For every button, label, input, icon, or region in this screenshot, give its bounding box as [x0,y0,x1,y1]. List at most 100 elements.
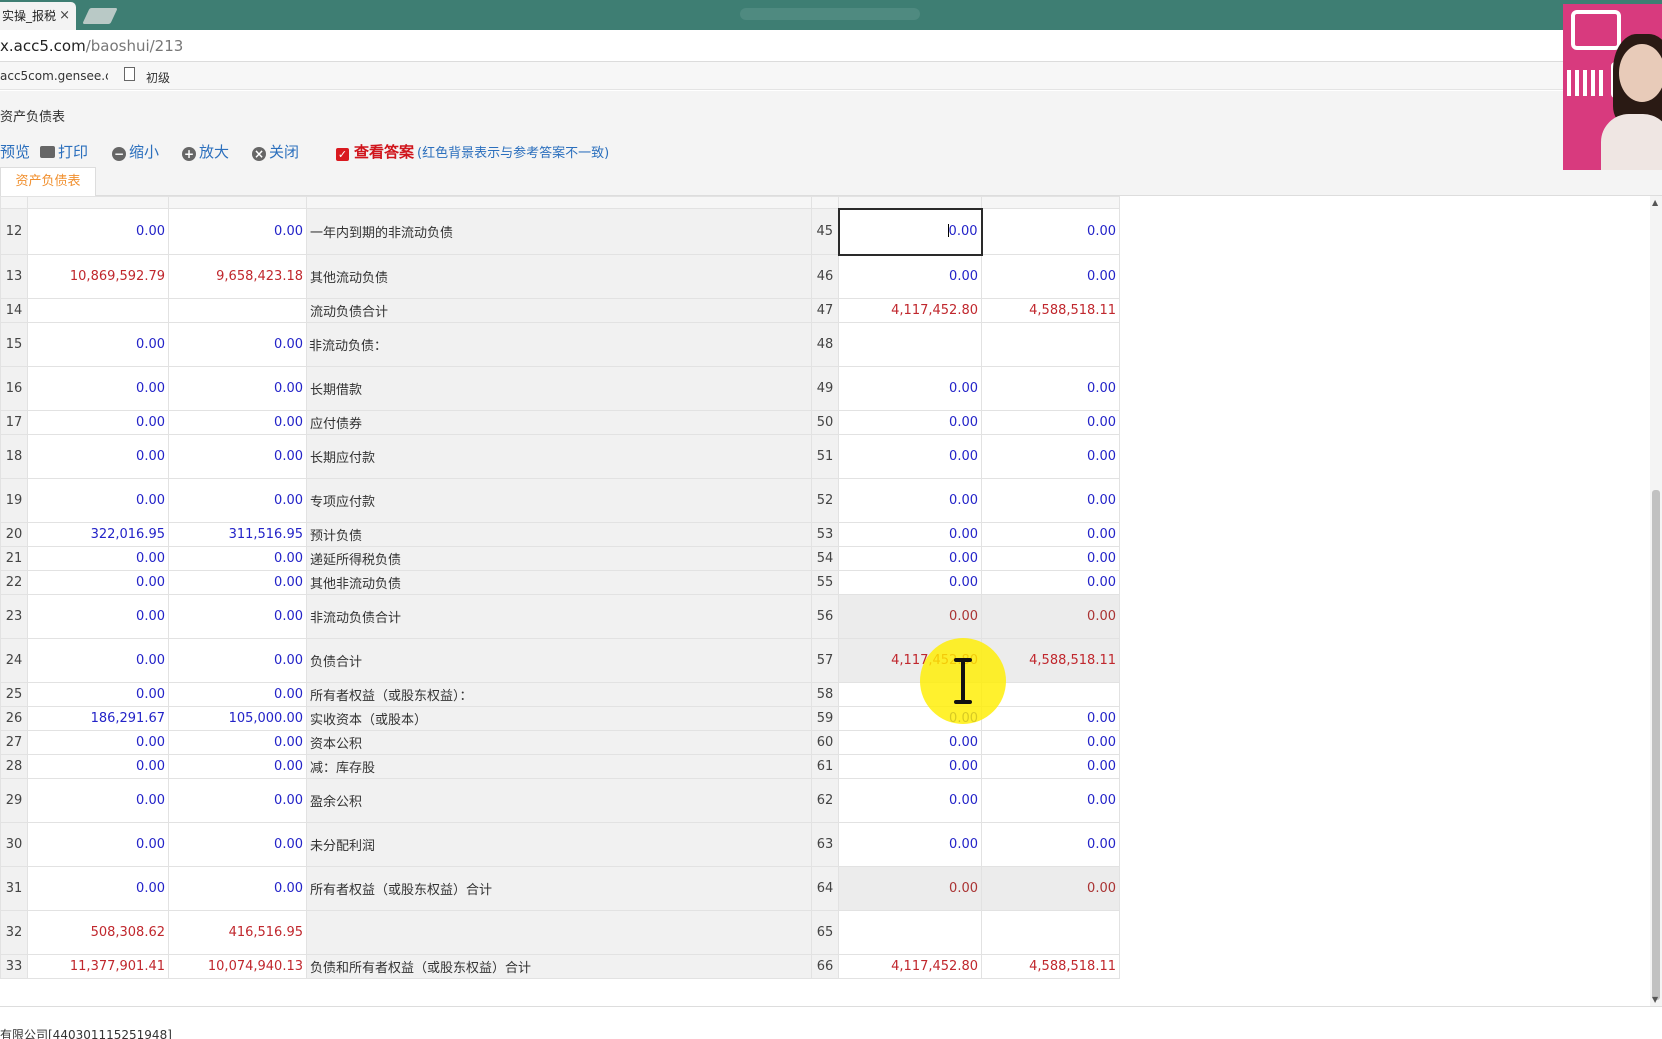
liability-opening-cell[interactable]: 0.00 [838,366,982,411]
liability-opening-cell[interactable]: 0.00 [838,410,982,435]
opening-balance-cell[interactable]: 0.00 [27,478,169,523]
opening-balance-cell[interactable]: 0.00 [27,866,169,911]
liability-closing-cell[interactable]: 0.00 [981,208,1120,255]
opening-balance-cell[interactable]: 11,377,901.41 [27,954,169,979]
opening-balance-cell[interactable]: 0.00 [27,638,169,683]
opening-balance-cell[interactable]: 0.00 [27,594,169,639]
closing-balance-cell[interactable]: 0.00 [168,546,307,571]
closing-balance-cell[interactable]: 0.00 [168,478,307,523]
liability-opening-cell[interactable]: 0.00 [838,730,982,755]
liability-closing-cell[interactable]: 0.00 [981,866,1120,911]
closing-balance-cell[interactable]: 0.00 [168,410,307,435]
show-answer-toggle[interactable]: ✓ 查看答案 (红色背景表示与参考答案不一致) [336,141,609,162]
closing-balance-cell[interactable]: 9,658,423.18 [168,254,307,299]
opening-balance-cell[interactable]: 508,308.62 [27,910,169,955]
liability-closing-cell[interactable]: 0.00 [981,730,1120,755]
closing-balance-cell[interactable]: 0.00 [168,822,307,867]
liability-closing-cell[interactable]: 0.00 [981,478,1120,523]
opening-balance-cell[interactable]: 0.00 [27,778,169,823]
liability-closing-cell[interactable]: 0.00 [981,822,1120,867]
liability-opening-cell[interactable]: 0.00 [838,478,982,523]
closing-balance-cell[interactable]: 0.00 [168,434,307,479]
browser-tab[interactable]: 实操_报税 × [0,2,76,30]
preview-button[interactable]: 预览 [0,141,30,162]
zoom-out-button[interactable]: − 缩小 [112,141,159,162]
liability-opening-cell[interactable]: 0.00 [838,594,982,639]
print-button[interactable]: 打印 [40,141,88,162]
liability-opening-cell[interactable]: 4,117,452.80 [838,298,982,323]
opening-balance-cell[interactable]: 10,869,592.79 [27,254,169,299]
scroll-down-icon[interactable]: ▼ [1652,995,1658,1004]
liability-opening-cell[interactable]: 0.00 [838,778,982,823]
liability-closing-cell[interactable]: 0.00 [981,570,1120,595]
liability-opening-cell[interactable]: 0.00 [838,866,982,911]
opening-balance-cell[interactable]: 0.00 [27,434,169,479]
liability-opening-cell[interactable]: 0.00 [838,570,982,595]
closing-balance-cell[interactable]: 0.00 [168,594,307,639]
opening-balance-cell[interactable]: 0.00 [27,208,169,255]
opening-balance-cell[interactable]: 0.00 [27,322,169,367]
address-bar[interactable]: x.acc5.com/baoshui/213 [0,30,1662,62]
closing-balance-cell[interactable]: 0.00 [168,366,307,411]
liability-closing-cell[interactable]: 0.00 [981,546,1120,571]
liability-opening-cell[interactable]: 0.00 [838,254,982,299]
opening-balance-cell[interactable]: 0.00 [27,570,169,595]
opening-balance-cell[interactable]: 0.00 [27,410,169,435]
liability-opening-cell[interactable]: 4,117,452.80 [838,954,982,979]
liability-closing-cell[interactable]: 4,588,518.11 [981,954,1120,979]
close-tab-icon[interactable]: × [59,2,70,30]
closing-balance-cell[interactable]: 0.00 [168,208,307,255]
close-button[interactable]: × 关闭 [252,141,299,162]
closing-balance-cell[interactable]: 0.00 [168,682,307,707]
opening-balance-cell[interactable]: 0.00 [27,682,169,707]
liability-closing-cell[interactable]: 0.00 [981,410,1120,435]
liability-opening-cell[interactable]: 0.00 [838,546,982,571]
liability-opening-cell[interactable]: 0.00 [838,522,982,547]
closing-balance-cell[interactable]: 0.00 [168,730,307,755]
vertical-scrollbar[interactable]: ▲ ▼ [1650,196,1662,1006]
liability-opening-cell[interactable]: 0.00 [838,754,982,779]
opening-balance-cell[interactable]: 186,291.67 [27,706,169,731]
opening-balance-cell[interactable]: 0.00 [27,754,169,779]
liability-opening-cell[interactable]: 0.00 [838,822,982,867]
opening-balance-cell[interactable]: 0.00 [27,822,169,867]
bookmark-chuji[interactable]: 初级 [146,69,170,86]
closing-balance-cell[interactable]: 0.00 [168,778,307,823]
closing-balance-cell[interactable]: 311,516.95 [168,522,307,547]
liability-opening-cell[interactable]: 0.00 [838,434,982,479]
scrollbar-thumb[interactable] [1652,490,1660,1000]
liability-closing-cell[interactable]: 0.00 [981,522,1120,547]
liability-closing-cell[interactable]: 0.00 [981,434,1120,479]
bookmark-gensee[interactable]: acc5com.gensee.co [0,69,108,83]
liability-closing-cell[interactable]: 0.00 [981,778,1120,823]
closing-balance-cell[interactable]: 416,516.95 [168,910,307,955]
closing-balance-cell[interactable]: 105,000.00 [168,706,307,731]
liability-closing-cell[interactable] [981,910,1120,955]
closing-balance-cell[interactable]: 0.00 [168,754,307,779]
closing-balance-cell[interactable]: 0.00 [168,638,307,683]
liability-closing-cell[interactable] [981,322,1120,367]
closing-balance-cell[interactable]: 10,074,940.13 [168,954,307,979]
opening-balance-cell[interactable]: 0.00 [27,730,169,755]
liability-opening-cell[interactable] [838,910,982,955]
zoom-in-button[interactable]: + 放大 [182,141,229,162]
closing-balance-cell[interactable]: 0.00 [168,570,307,595]
liability-closing-cell[interactable]: 0.00 [981,754,1120,779]
liability-closing-cell[interactable]: 0.00 [981,366,1120,411]
liability-closing-cell[interactable]: 4,588,518.11 [981,298,1120,323]
opening-balance-cell[interactable]: 0.00 [27,366,169,411]
liability-closing-cell[interactable]: 0.00 [981,706,1120,731]
liability-opening-cell[interactable]: 0.00 [837,207,983,256]
url-text[interactable]: x.acc5.com/baoshui/213 [0,37,183,55]
liability-closing-cell[interactable]: 0.00 [981,254,1120,299]
opening-balance-cell[interactable] [27,298,169,323]
closing-balance-cell[interactable]: 0.00 [168,322,307,367]
opening-balance-cell[interactable]: 0.00 [27,546,169,571]
closing-balance-cell[interactable]: 0.00 [168,866,307,911]
new-tab-button[interactable] [82,8,118,24]
closing-balance-cell[interactable] [168,298,307,323]
liability-closing-cell[interactable]: 0.00 [981,594,1120,639]
checkbox-checked-icon[interactable]: ✓ [336,148,349,161]
scroll-up-icon[interactable]: ▲ [1652,198,1658,207]
opening-balance-cell[interactable]: 322,016.95 [27,522,169,547]
